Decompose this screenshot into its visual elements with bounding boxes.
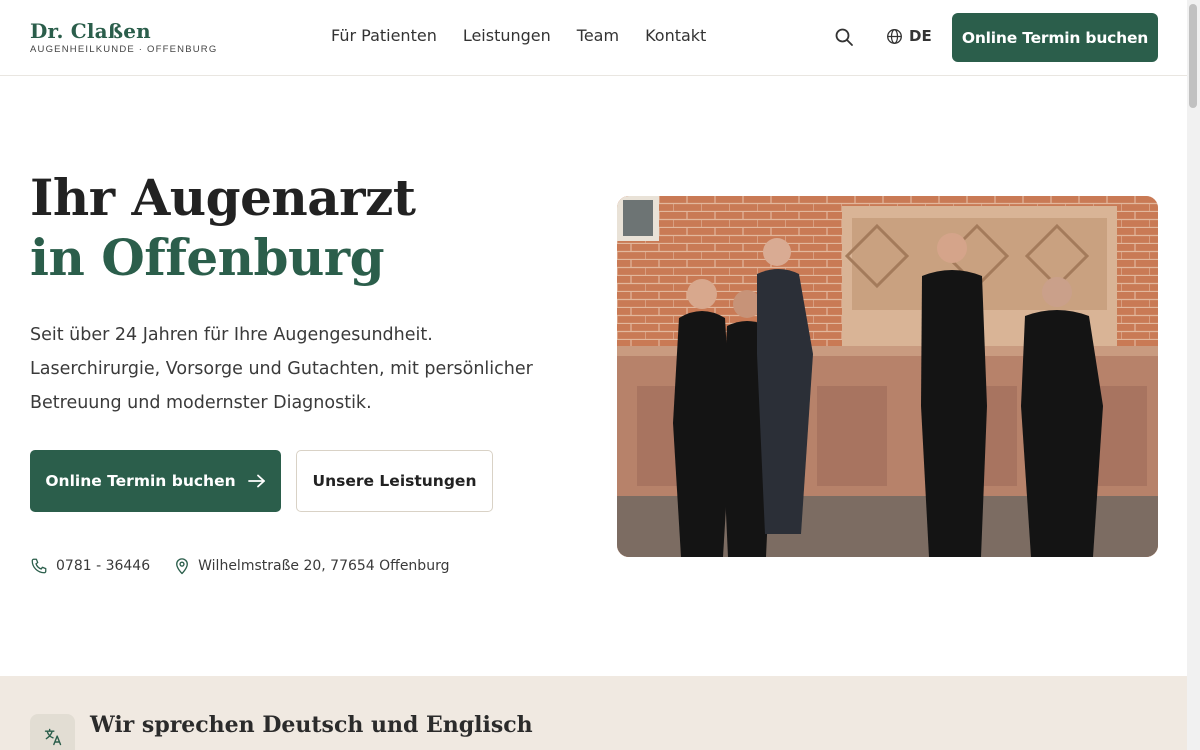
- services-button[interactable]: Unsere Leistungen: [296, 450, 493, 512]
- translate-icon: [30, 714, 75, 750]
- globe-icon: [887, 28, 902, 44]
- nav-item-kontakt[interactable]: Kontakt: [645, 26, 706, 46]
- address-link[interactable]: Wilhelmstraße 20, 77654 Offenburg: [174, 557, 449, 575]
- hero-title: Ihr Augenarzt in Offenburg: [30, 168, 416, 288]
- main-nav: Für Patienten Leistungen Team Kontakt: [331, 26, 732, 46]
- phone-number: 0781 - 36446: [56, 558, 151, 574]
- map-pin-icon: [176, 558, 189, 575]
- book-appointment-button[interactable]: Online Termin buchen: [30, 450, 281, 512]
- logo-subtitle: AUGENHEILKUNDE · OFFENBURG: [30, 44, 218, 55]
- contact-info: 0781 - 36446 Wilhelmstraße 20, 77654 Off…: [30, 557, 473, 575]
- logo[interactable]: Dr. Claßen AUGENHEILKUNDE · OFFENBURG: [30, 20, 217, 55]
- hero-title-line2: in Offenburg: [30, 228, 385, 287]
- scrollbar[interactable]: [1187, 0, 1200, 750]
- hero-description: Seit über 24 Jahren für Ihre Augengesund…: [30, 325, 533, 413]
- nav-item-team[interactable]: Team: [577, 26, 619, 46]
- nav-item-patienten[interactable]: Für Patienten: [331, 26, 437, 46]
- book-appointment-label: Online Termin buchen: [45, 472, 236, 490]
- scrollbar-thumb[interactable]: [1189, 4, 1197, 108]
- site-header: Dr. Claßen AUGENHEILKUNDE · OFFENBURG Fü…: [0, 0, 1187, 76]
- nav-item-leistungen[interactable]: Leistungen: [463, 26, 551, 46]
- search-icon[interactable]: [834, 27, 854, 47]
- phone-link[interactable]: 0781 - 36446: [30, 557, 150, 575]
- language-label: DE: [909, 27, 932, 45]
- arrow-right-icon: [247, 474, 265, 488]
- team-photo: [617, 196, 1158, 557]
- language-switcher[interactable]: DE: [886, 27, 932, 45]
- header-book-appointment-button[interactable]: Online Termin buchen: [952, 13, 1158, 62]
- languages-section: Wir sprechen Deutsch und Englisch: [0, 676, 1187, 750]
- languages-title: Wir sprechen Deutsch und Englisch: [90, 712, 533, 738]
- phone-icon: [31, 558, 47, 574]
- address-text: Wilhelmstraße 20, 77654 Offenburg: [198, 558, 450, 574]
- logo-name: Dr. Claßen: [30, 19, 151, 43]
- hero-title-line1: Ihr Augenarzt: [30, 168, 416, 227]
